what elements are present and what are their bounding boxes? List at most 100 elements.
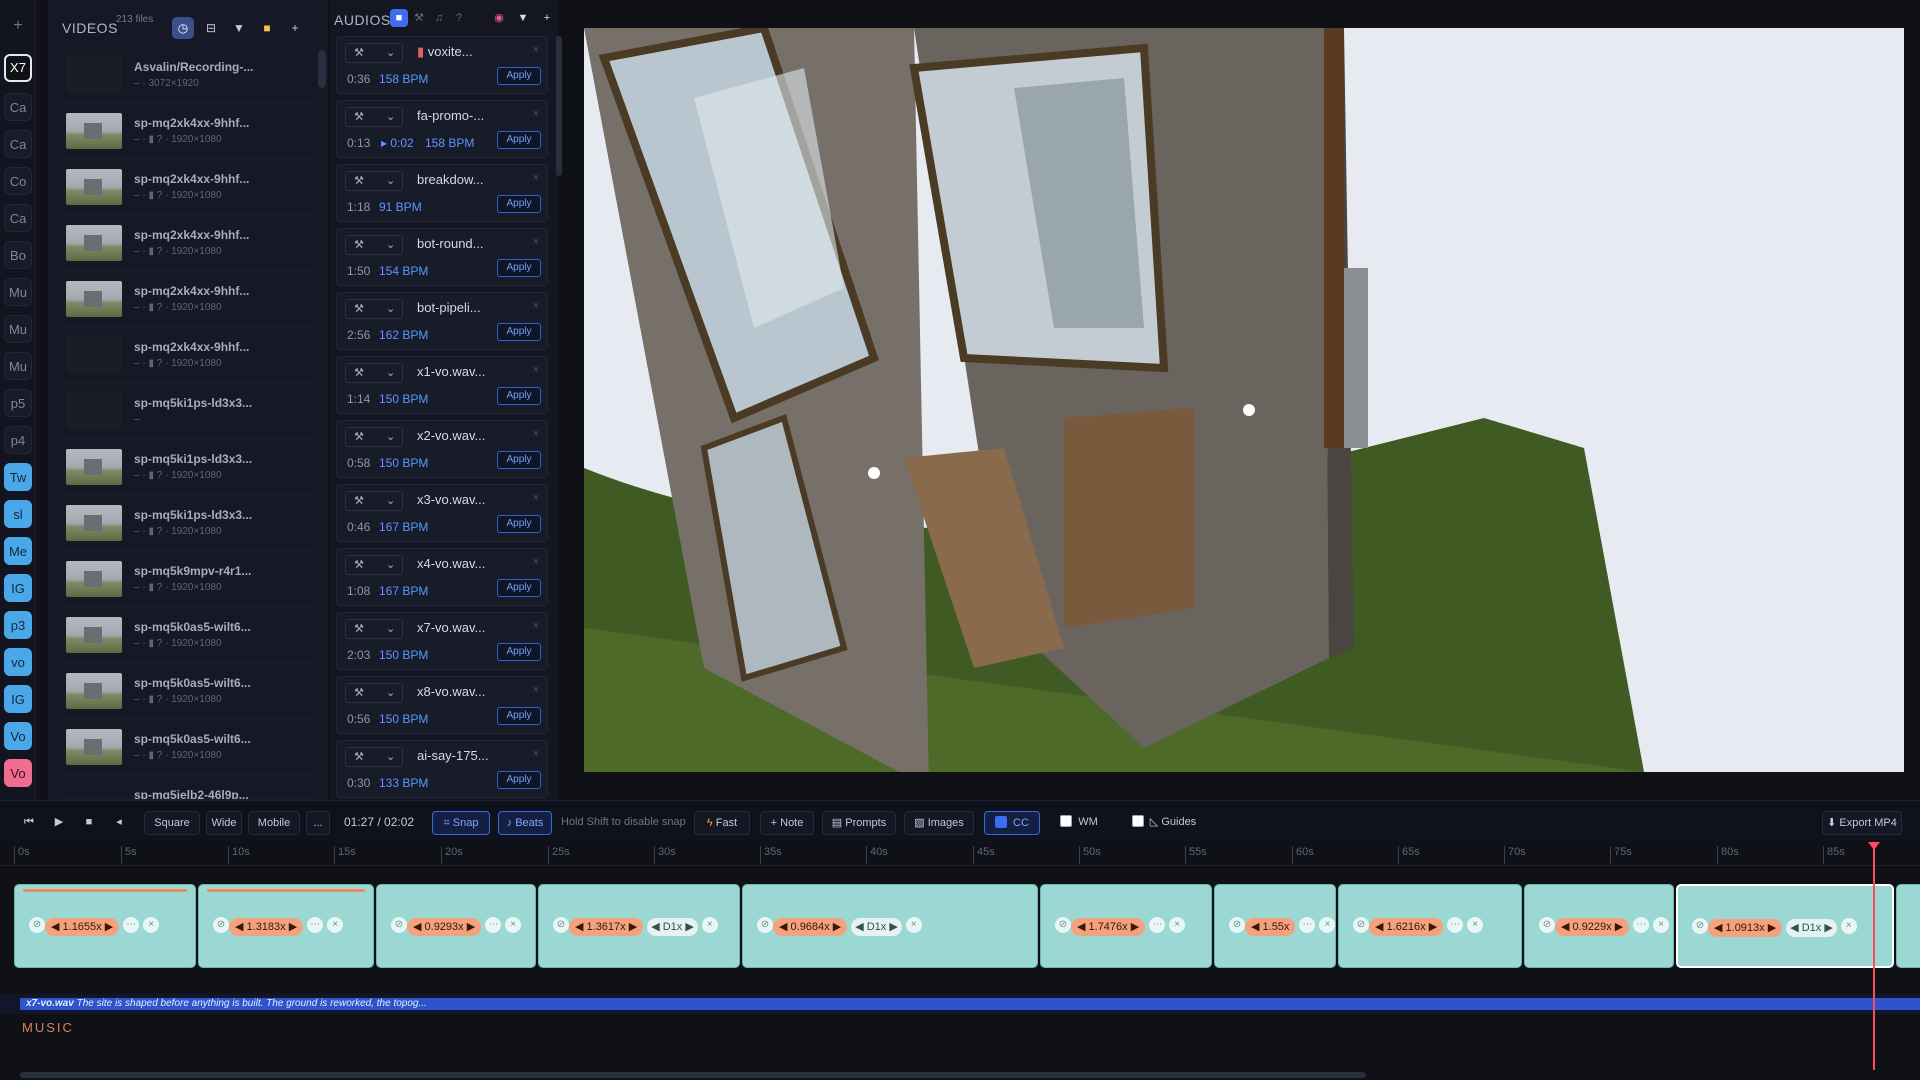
beats-toggle[interactable]: ♪ Beats (498, 811, 552, 835)
video-item[interactable]: sp-mq5ki1ps-ld3x3... – · ▮ ? · 1920×1080 (62, 500, 312, 552)
audio-mode-select[interactable]: ⚒ ⌄ (345, 427, 403, 447)
rail-item[interactable]: IG (4, 574, 32, 602)
videos-scrollbar[interactable] (318, 50, 326, 88)
duration-pill[interactable]: ◀ D1x ▶ (647, 918, 698, 936)
link-icon[interactable]: ⊘ (1055, 917, 1071, 933)
delete-clip-icon[interactable]: × (1840, 918, 1857, 934)
link-icon[interactable]: ⊘ (391, 917, 407, 933)
timeline-clip[interactable]: ⊘ ◀ 1.7476x ▶ ⋯ × (1040, 884, 1212, 968)
apply-button[interactable]: Apply (497, 67, 541, 85)
help-icon[interactable]: ? (450, 9, 468, 27)
rail-item[interactable]: X7 (4, 54, 32, 82)
snap-toggle[interactable]: ⌗ Snap (432, 811, 490, 835)
more-icon[interactable]: ⋯ (1149, 917, 1166, 933)
more-icon[interactable]: ⋯ (1447, 917, 1464, 933)
timeline-clip[interactable] (1896, 884, 1920, 968)
rail-item[interactable]: Vo (4, 722, 32, 750)
filter-icon[interactable]: ▼ (514, 9, 532, 27)
video-item[interactable]: sp-mq5k9mpv-r4r1... – · ▮ ? · 1920×1080 (62, 556, 312, 608)
link-icon[interactable]: ⊘ (1692, 918, 1708, 934)
link-icon[interactable]: ⊘ (29, 917, 45, 933)
delete-clip-icon[interactable]: × (327, 917, 344, 933)
link-icon[interactable]: ⊘ (1539, 917, 1555, 933)
images-button[interactable]: ▧ Images (904, 811, 974, 835)
remove-audio-icon[interactable]: × (533, 108, 539, 120)
list-view-icon[interactable]: ■ (390, 9, 408, 27)
playhead[interactable] (1868, 842, 1880, 1070)
audio-item[interactable]: ⚒ ⌄ x7-vo.wav... × 2:03 150 BPM Apply (336, 612, 548, 670)
video-item[interactable]: sp-mq2xk4xx-9hhf... – · ▮ ? · 1920×1080 (62, 164, 312, 216)
prompts-button[interactable]: ▤ Prompts (822, 811, 896, 835)
timeline-clip[interactable]: ⊘ ◀ 1.3617x ▶ ◀ D1x ▶ × (538, 884, 740, 968)
video-item[interactable]: sp-mq5k0as5-wilt6... – · ▮ ? · 1920×1080 (62, 724, 312, 776)
timeline-clip[interactable]: ⊘ ◀ 0.9684x ▶ ◀ D1x ▶ × (742, 884, 1038, 968)
timeline-scrollbar[interactable] (20, 1072, 1366, 1078)
link-icon[interactable]: ⊘ (213, 917, 229, 933)
audio-item[interactable]: ⚒ ⌄ x8-vo.wav... × 0:56 150 BPM Apply (336, 676, 548, 734)
video-item[interactable]: Asvalin/Recording-... – · 3072×1920 (62, 52, 312, 104)
apply-button[interactable]: Apply (497, 195, 541, 213)
remove-audio-icon[interactable]: × (533, 172, 539, 184)
audio-item[interactable]: ⚒ ⌄ ai-say-175... × 0:30 133 BPM Apply (336, 740, 548, 798)
watermark-toggle[interactable]: WM (1052, 811, 1106, 835)
duration-pill[interactable]: ◀ D1x ▶ (851, 918, 902, 936)
rail-item[interactable]: p3 (4, 611, 32, 639)
speed-pill[interactable]: ◀ 0.9293x ▶ (407, 918, 482, 936)
apply-button[interactable]: Apply (497, 131, 541, 149)
fast-button[interactable]: ϟ Fast (694, 811, 750, 835)
aspect-square-button[interactable]: Square (144, 811, 200, 835)
remove-audio-icon[interactable]: × (533, 44, 539, 56)
rail-item[interactable]: Ca (4, 204, 32, 232)
apply-button[interactable]: Apply (497, 259, 541, 277)
timeline-clip[interactable]: ⊘ ◀ 1.1655x ▶ ⋯ × (14, 884, 196, 968)
captions-toggle[interactable]: CC (984, 811, 1040, 835)
wand-icon[interactable]: ⚒ (410, 9, 428, 27)
play-icon[interactable]: ▶ (48, 811, 70, 835)
timeline-clip[interactable]: ⊘ ◀ 0.9293x ▶ ⋯ × (376, 884, 536, 968)
guides-toggle[interactable]: ◺ Guides (1122, 811, 1206, 835)
audio-item[interactable]: ⚒ ⌄ breakdow... × 1:18 91 BPM Apply (336, 164, 548, 222)
audio-mode-select[interactable]: ⚒ ⌄ (345, 491, 403, 511)
timeline-clip[interactable]: ⊘ ◀ 1.3183x ▶ ⋯ × (198, 884, 374, 968)
more-icon[interactable]: ⋯ (1299, 917, 1316, 933)
rail-item[interactable]: Mu (4, 352, 32, 380)
rail-item[interactable]: p4 (4, 426, 32, 454)
speed-pill[interactable]: ◀ 0.9229x ▶ (1555, 918, 1630, 936)
rail-item[interactable]: p5 (4, 389, 32, 417)
link-icon[interactable]: ⊘ (1353, 917, 1369, 933)
stop-icon[interactable]: ■ (78, 811, 100, 835)
layout-icon[interactable]: ⊟ (200, 17, 222, 39)
more-icon[interactable]: ⋯ (307, 917, 324, 933)
rail-item[interactable]: IG (4, 685, 32, 713)
apply-button[interactable]: Apply (497, 643, 541, 661)
video-item[interactable]: sp-mq5ki1ps-ld3x3... – (62, 388, 312, 440)
add-video-icon[interactable]: + (284, 17, 306, 39)
audio-mode-select[interactable]: ⚒ ⌄ (345, 747, 403, 767)
audio-mode-select[interactable]: ⚒ ⌄ (345, 299, 403, 319)
skip-back-icon[interactable]: ⏮ (18, 811, 40, 835)
add-project-button[interactable]: + (6, 14, 30, 38)
audio-item[interactable]: ⚒ ⌄ x1-vo.wav... × 1:14 150 BPM Apply (336, 356, 548, 414)
speed-pill[interactable]: ◀ 1.6216x ▶ (1369, 918, 1444, 936)
audio-mode-select[interactable]: ⚒ ⌄ (345, 363, 403, 383)
rail-item[interactable]: Ca (4, 93, 32, 121)
audio-item[interactable]: ⚒ ⌄ ▮ voxite... × 0:36 158 BPM Apply (336, 36, 548, 94)
volume-icon[interactable]: ◂ (108, 811, 130, 835)
video-item[interactable]: sp-mq5k0as5-wilt6... – · ▮ ? · 1920×1080 (62, 612, 312, 664)
link-icon[interactable]: ⊘ (553, 917, 569, 933)
timeline-clip[interactable]: ⊘ ◀ 0.9229x ▶ ⋯ × (1524, 884, 1674, 968)
more-aspect-button[interactable]: ... (306, 811, 330, 835)
remove-audio-icon[interactable]: × (533, 300, 539, 312)
rail-item[interactable]: Bo (4, 241, 32, 269)
timeline-clip[interactable]: ⊘ ◀ 1.6216x ▶ ⋯ × (1338, 884, 1522, 968)
delete-clip-icon[interactable]: × (1169, 917, 1186, 933)
delete-clip-icon[interactable]: × (905, 917, 922, 933)
aspect-wide-button[interactable]: Wide (206, 811, 242, 835)
delete-clip-icon[interactable]: × (1319, 917, 1336, 933)
apply-button[interactable]: Apply (497, 387, 541, 405)
rail-item[interactable]: Mu (4, 278, 32, 306)
apply-button[interactable]: Apply (497, 323, 541, 341)
more-icon[interactable]: ⋯ (123, 917, 140, 933)
audio-item[interactable]: ⚒ ⌄ x3-vo.wav... × 0:46 167 BPM Apply (336, 484, 548, 542)
timeline-clip[interactable]: ⊘ ◀ 1.55x ⋯ × (1214, 884, 1336, 968)
